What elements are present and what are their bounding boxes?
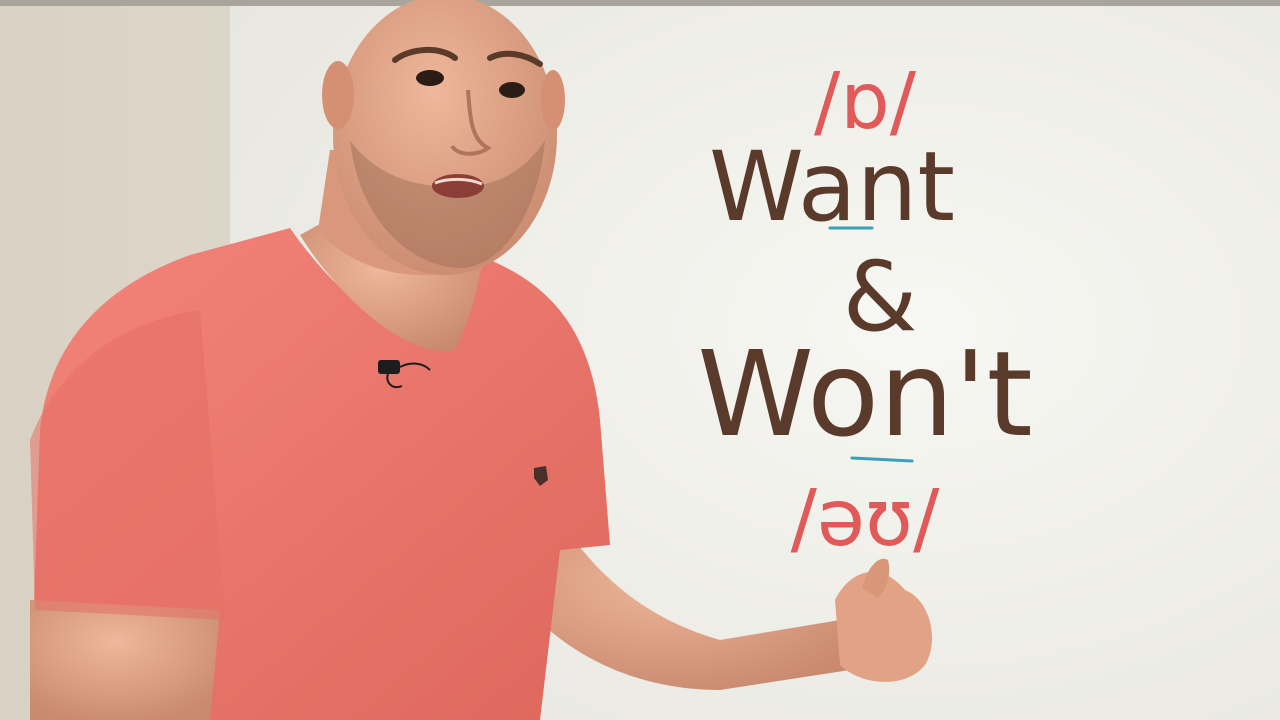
board-top-frame — [0, 0, 1280, 6]
video-frame: /ɒ/ Want & Won't /əʊ/ — [0, 0, 1280, 720]
scene-illustration: /ɒ/ Want & Won't /əʊ/ — [0, 0, 1280, 720]
left-ear — [322, 61, 354, 129]
right-eye — [499, 82, 525, 98]
word-wont: Won't — [697, 325, 1032, 463]
left-eye — [416, 70, 444, 86]
word-want: Want — [709, 131, 955, 243]
phoneme-bottom: /əʊ/ — [791, 474, 940, 564]
mouth — [432, 174, 484, 198]
right-ear — [541, 70, 565, 130]
